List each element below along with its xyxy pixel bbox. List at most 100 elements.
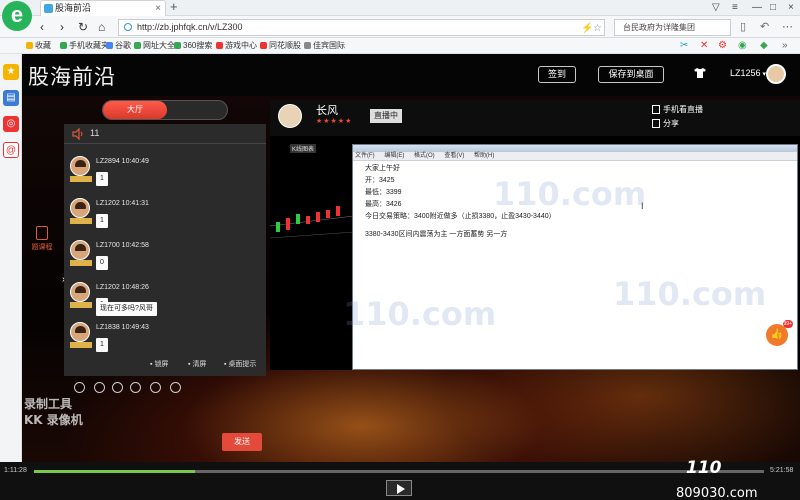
tool-icon[interactable]: ⚙ [718,39,727,53]
mobile-watch-button[interactable]: 手机看直播 [652,104,703,115]
message-text: 1 [96,214,108,228]
url-text: http://zb.jphfqk.cn/v/LZ300 [137,22,243,32]
bookmark-item[interactable]: 收藏 [26,38,51,54]
online-count: 11 [90,128,100,138]
browser-tab[interactable]: 股海前沿 × [40,0,166,16]
course-side-button[interactable]: 题课程 [26,226,58,252]
favorites-side-icon[interactable]: ★ [3,64,19,80]
bookmark-item[interactable]: 手机收藏夹 [60,38,109,54]
save-to-desktop-button[interactable]: 保存到桌面 [598,66,664,83]
bookmark-item[interactable]: 360搜索 [174,38,212,54]
thumbs-up-icon[interactable] [112,382,123,393]
site-watermark: 809030.com [676,486,758,500]
message-meta: LZ1202 10:41:31 [96,200,149,207]
tab-close-icon[interactable]: × [155,1,161,16]
message-meta: LZ1838 10:49:43 [96,324,149,331]
home-button[interactable]: ⌂ [98,18,105,36]
sign-in-button[interactable]: 签到 [538,66,576,83]
recorder-watermark: 录制工具 KK 录像机 [24,397,83,427]
bookmark-item[interactable]: 游戏中心 [216,38,257,54]
desktop-tip-button[interactable]: ▪ 桌面提示 [224,359,256,369]
tab-title: 股海前沿 [55,3,92,13]
image-icon[interactable] [130,382,141,393]
notepad-titlebar [353,145,797,152]
lock-screen-button[interactable]: ▪ 锁屏 [150,359,168,369]
share-button[interactable]: 分享 [652,118,679,129]
menu-item[interactable]: 格式(O) [414,153,435,159]
menu-item[interactable]: 帮助(H) [474,153,494,159]
new-tab-button[interactable]: + [170,0,178,14]
candle [316,212,320,222]
star-icon[interactable]: ☆ [593,21,602,36]
video-player-bar: 1:11:28 5:21:58 110 809030.com [0,458,800,500]
bookmark-item[interactable]: 佳宾国际 [304,38,345,54]
play-button[interactable] [386,480,412,496]
chat-tab-switch[interactable]: 大厅 [102,100,228,120]
lightning-icon[interactable]: ⚡ [581,21,593,36]
gift-icon[interactable] [94,382,105,393]
game-icon[interactable]: ◉ [738,39,747,53]
username: LZ1256 [730,68,761,78]
browser-logo-icon[interactable]: e [2,1,32,31]
message-meta: LZ1202 10:48:26 [96,284,149,291]
maximize-button[interactable]: □ [770,0,776,16]
flower-icon[interactable] [150,382,161,393]
site-favicon-icon [44,4,53,13]
tab-hall[interactable]: 大厅 [103,101,167,119]
user-menu[interactable]: LZ1256 ▾ [730,68,766,78]
avatar [70,156,90,176]
address-bar[interactable]: http://zb.jphfqk.cn/v/LZ300 ⚡ ☆ [118,19,605,36]
weibo-side-icon[interactable]: ◎ [3,116,19,132]
current-time: 1:11:28 [4,467,27,474]
forward-button[interactable]: › [60,18,64,36]
chart-label: K线图表 [290,144,317,153]
message-text: 1 [96,338,108,352]
refresh-button[interactable]: ↻ [78,18,88,36]
user-level-badge [70,176,92,182]
back-button[interactable]: ‹ [40,18,44,36]
more-tools-icon[interactable]: » [782,39,788,53]
message-text: 0 [96,256,108,270]
like-count: 99+ [782,320,793,328]
candle [306,216,310,224]
menu-icon[interactable]: ≡ [732,0,738,16]
menu-item[interactable]: 查看(V) [444,153,464,159]
news-side-icon[interactable]: ▤ [3,90,19,106]
watermark: 110.com [613,275,767,313]
close-window-button[interactable]: × [788,0,794,16]
speaker-icon[interactable] [72,128,84,140]
stream-content: K线图表 文件(F) 编辑(E) 格式(O) 查看(V) 帮助(H) 大家上午好… [270,136,800,370]
candle [326,210,330,218]
search-input[interactable]: 台民政府为详隆集团 [614,19,731,36]
shield-icon[interactable]: ◆ [760,39,768,53]
shirt-icon[interactable] [694,67,706,79]
bookmark-item[interactable]: 网址大全 [134,38,175,54]
cut-icon[interactable]: ✂ [680,39,688,53]
more-icon[interactable]: ⋯ [782,19,793,35]
bookmark-item[interactable]: 谷歌 [106,38,131,54]
avatar[interactable] [766,64,786,84]
like-button[interactable]: 👍 99+ [766,320,793,346]
x-icon[interactable]: ✕ [700,39,708,53]
chat-message: 现在可多吗?风哥 [70,302,260,320]
menu-item[interactable]: 文件(F) [355,153,375,159]
menu-item[interactable]: 编辑(E) [384,153,404,159]
notepad-window[interactable]: 文件(F) 编辑(E) 格式(O) 查看(V) 帮助(H) 大家上午好 开：34… [343,144,798,370]
bookmark-item[interactable]: 同花顺股 [260,38,301,54]
clear-screen-button[interactable]: ▪ 清屏 [188,359,206,369]
notepad-line: 开：3425 [365,177,395,184]
notepad-menu: 文件(F) 编辑(E) 格式(O) 查看(V) 帮助(H) [353,152,797,161]
notepad-line: 最低：3399 [365,189,402,196]
undo-icon[interactable]: ↶ [760,19,769,35]
send-button[interactable]: 发送 [222,433,262,451]
shirt-skin-icon[interactable]: ▽ [712,0,720,16]
progress-bar[interactable] [34,470,764,473]
cake-icon[interactable] [170,382,181,393]
emoji-icon[interactable] [74,382,85,393]
mobile-icon[interactable]: ▯ [740,19,746,35]
progress-fill [34,470,195,473]
mail-side-icon[interactable]: @ [3,142,19,158]
minimize-button[interactable]: — [752,0,762,16]
course-label: 题课程 [31,244,53,251]
anchor-name: 长风 [316,105,338,117]
